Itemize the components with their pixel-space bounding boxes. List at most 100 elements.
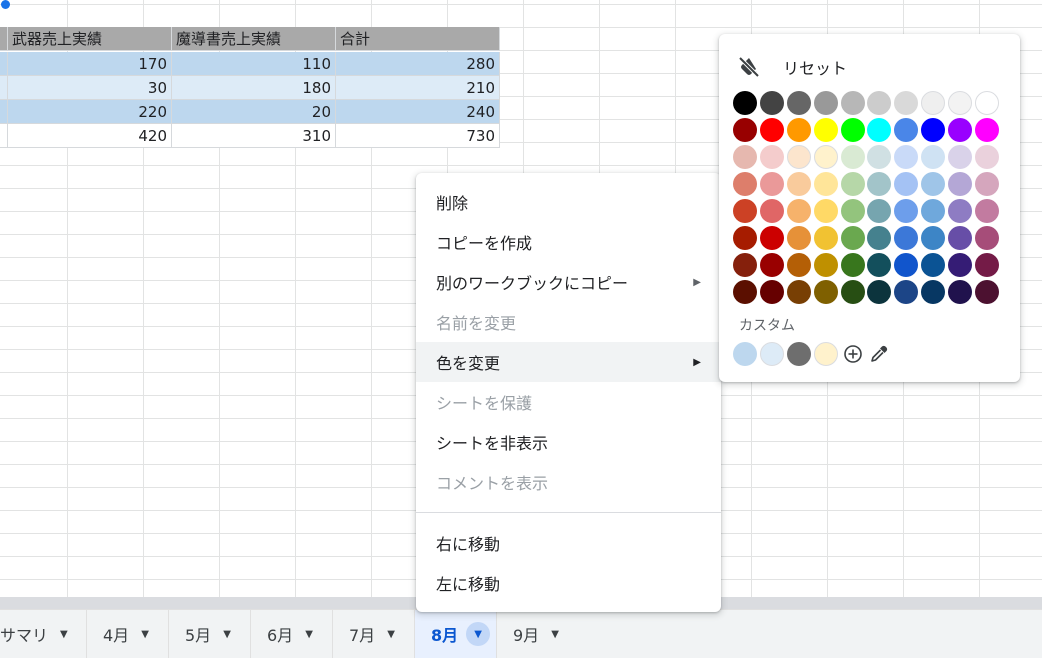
cell[interactable] (0, 124, 8, 148)
menu-item-duplicate[interactable]: コピーを作成 (416, 222, 721, 262)
cell[interactable]: 170 (8, 52, 172, 76)
caret-down-icon[interactable]: ▼ (305, 629, 313, 640)
caret-down-icon[interactable]: ▼ (223, 629, 231, 640)
color-swatch[interactable] (894, 226, 919, 250)
color-swatch[interactable] (733, 280, 757, 304)
color-swatch[interactable] (733, 91, 757, 115)
cell[interactable]: 730 (336, 124, 500, 148)
color-swatch[interactable] (813, 253, 838, 277)
color-swatch[interactable] (840, 280, 865, 304)
cell[interactable]: 20 (172, 100, 336, 124)
add-custom-color-button[interactable] (841, 342, 865, 366)
reset-color-button[interactable]: リセット (737, 52, 847, 82)
header-cell[interactable]: 魔導書売上実績 (172, 27, 336, 51)
color-swatch[interactable] (948, 91, 973, 115)
color-swatch[interactable] (948, 226, 973, 250)
cell[interactable] (0, 27, 8, 51)
color-swatch[interactable] (867, 280, 892, 304)
custom-color-swatch[interactable] (787, 342, 811, 366)
sheet-tab-summary[interactable]: サマリ ▼ (0, 610, 87, 658)
cell[interactable] (0, 76, 8, 100)
color-swatch[interactable] (733, 145, 757, 169)
color-swatch[interactable] (813, 145, 838, 169)
cell[interactable]: 280 (336, 52, 500, 76)
color-swatch[interactable] (733, 172, 757, 196)
menu-item-move-right[interactable]: 右に移動 (416, 523, 721, 563)
color-swatch[interactable] (840, 172, 865, 196)
color-swatch[interactable] (759, 253, 784, 277)
color-swatch[interactable] (867, 172, 892, 196)
color-swatch[interactable] (840, 199, 865, 223)
color-swatch[interactable] (921, 253, 946, 277)
color-swatch[interactable] (975, 226, 1000, 250)
color-swatch[interactable] (867, 145, 892, 169)
color-swatch[interactable] (840, 253, 865, 277)
color-swatch[interactable] (921, 172, 946, 196)
color-swatch[interactable] (894, 199, 919, 223)
cell[interactable]: 220 (8, 100, 172, 124)
color-swatch[interactable] (813, 226, 838, 250)
menu-item-move-left[interactable]: 左に移動 (416, 563, 721, 603)
color-swatch[interactable] (921, 118, 946, 142)
color-swatch[interactable] (813, 199, 838, 223)
color-swatch[interactable] (921, 199, 946, 223)
caret-down-icon[interactable]: ▼ (60, 629, 68, 640)
color-swatch[interactable] (921, 280, 946, 304)
cell[interactable]: 30 (8, 76, 172, 100)
cell[interactable]: 420 (8, 124, 172, 148)
cell[interactable]: 110 (172, 52, 336, 76)
color-swatch[interactable] (894, 145, 919, 169)
sheet-tab-july[interactable]: 7月 ▼ (333, 610, 415, 658)
caret-down-icon[interactable]: ▼ (141, 629, 149, 640)
color-swatch[interactable] (975, 172, 1000, 196)
color-swatch[interactable] (948, 172, 973, 196)
sheet-tab-june[interactable]: 6月 ▼ (251, 610, 333, 658)
custom-color-swatch[interactable] (814, 342, 838, 366)
color-swatch[interactable] (840, 91, 865, 115)
caret-down-icon[interactable]: ▼ (466, 622, 491, 646)
color-swatch[interactable] (975, 280, 1000, 304)
color-swatch[interactable] (813, 118, 838, 142)
color-swatch[interactable] (759, 226, 784, 250)
cell[interactable]: 180 (172, 76, 336, 100)
color-swatch[interactable] (733, 199, 757, 223)
custom-color-swatch[interactable] (733, 342, 757, 366)
menu-item-copy-to-workbook[interactable]: 別のワークブックにコピー ▶ (416, 262, 721, 302)
custom-color-swatch[interactable] (760, 342, 784, 366)
color-swatch[interactable] (867, 226, 892, 250)
cell[interactable]: 310 (172, 124, 336, 148)
cell[interactable] (0, 52, 8, 76)
menu-item-change-color[interactable]: 色を変更 ▶ (416, 342, 721, 382)
color-swatch[interactable] (894, 118, 919, 142)
caret-down-icon[interactable]: ▼ (551, 629, 559, 640)
color-swatch[interactable] (786, 199, 811, 223)
color-swatch[interactable] (975, 118, 1000, 142)
color-swatch[interactable] (948, 118, 973, 142)
color-swatch[interactable] (786, 280, 811, 304)
color-swatch[interactable] (867, 118, 892, 142)
selection-handle[interactable] (1, 0, 10, 9)
color-swatch[interactable] (813, 91, 838, 115)
eyedropper-button[interactable] (867, 342, 891, 366)
color-swatch[interactable] (813, 280, 838, 304)
color-swatch[interactable] (894, 253, 919, 277)
color-swatch[interactable] (921, 145, 946, 169)
cell[interactable]: 210 (336, 76, 500, 100)
color-swatch[interactable] (759, 280, 784, 304)
sheet-tab-august[interactable]: 8月 ▼ (415, 610, 497, 658)
color-swatch[interactable] (975, 199, 1000, 223)
color-swatch[interactable] (975, 91, 1000, 115)
color-swatch[interactable] (948, 280, 973, 304)
header-cell[interactable]: 合計 (336, 27, 500, 51)
color-swatch[interactable] (894, 91, 919, 115)
color-swatch[interactable] (759, 172, 784, 196)
color-swatch[interactable] (786, 145, 811, 169)
sheet-tab-may[interactable]: 5月 ▼ (169, 610, 251, 658)
color-swatch[interactable] (840, 145, 865, 169)
cell[interactable] (0, 100, 8, 124)
color-swatch[interactable] (867, 253, 892, 277)
cell[interactable]: 240 (336, 100, 500, 124)
color-swatch[interactable] (840, 118, 865, 142)
sheet-tab-september[interactable]: 9月 ▼ (497, 610, 579, 658)
color-swatch[interactable] (975, 253, 1000, 277)
